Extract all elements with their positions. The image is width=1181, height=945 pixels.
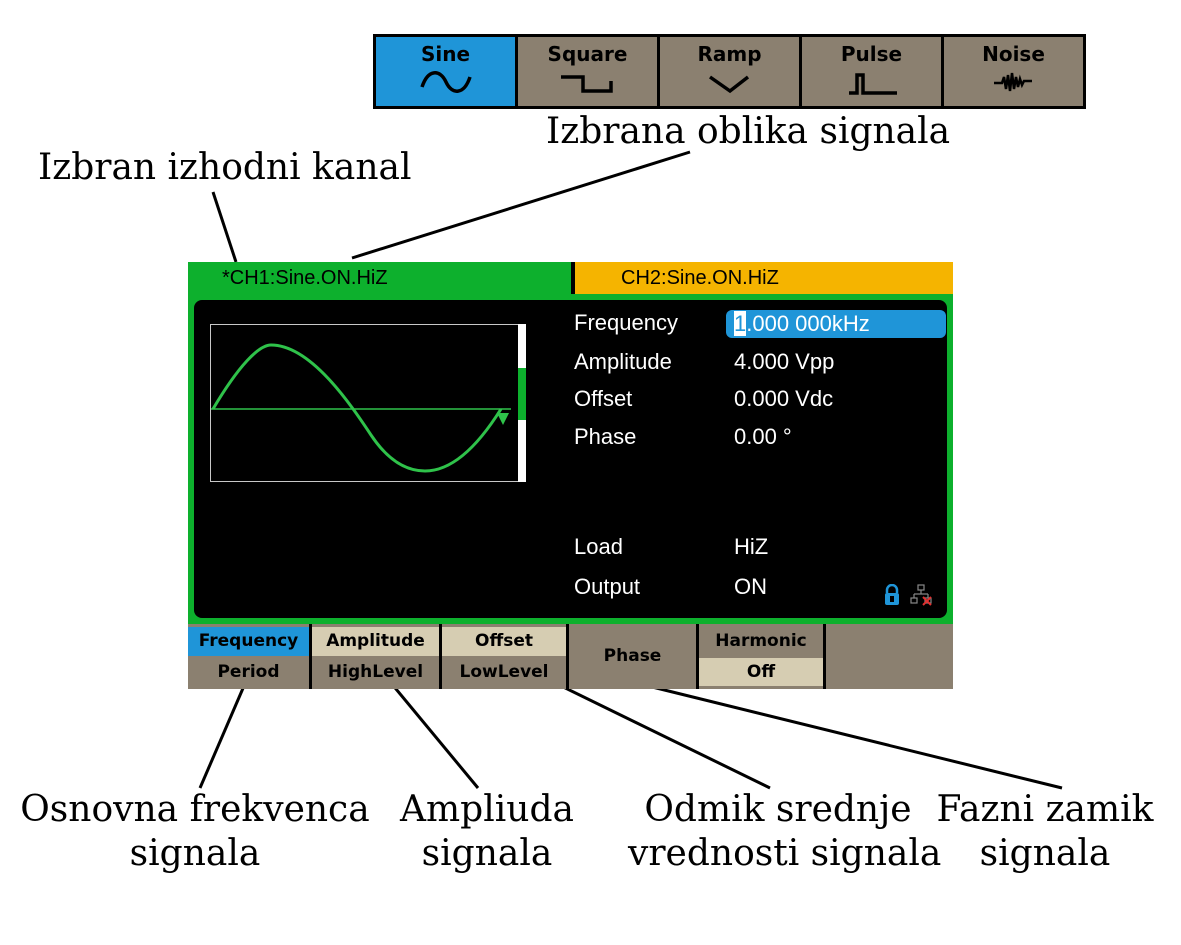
softkey-empty bbox=[826, 624, 953, 689]
softkey-period[interactable]: Period bbox=[188, 658, 309, 686]
pointer-frequency bbox=[198, 671, 252, 789]
amplitude-label: Amplitude bbox=[574, 349, 672, 374]
softkey-amplitude[interactable]: Amplitude bbox=[312, 627, 439, 656]
network-disconnected-icon bbox=[910, 584, 932, 606]
square-wave-icon bbox=[560, 75, 613, 93]
level-scroll-thumb[interactable] bbox=[518, 368, 526, 420]
softkey-harmonic[interactable]: Harmonic bbox=[699, 627, 823, 656]
noise-wave-icon bbox=[993, 72, 1032, 92]
frequency-caption: Osnovna frekvenca signala bbox=[20, 788, 370, 876]
offset-label: Offset bbox=[574, 386, 633, 411]
amplitude-caption-line2: signala bbox=[421, 833, 553, 874]
pulse-wave-icon bbox=[848, 73, 897, 95]
frequency-caption-line1: Osnovna frekvenca bbox=[20, 789, 370, 830]
amplitude-caption: Ampliuda signala bbox=[392, 788, 582, 876]
phase-caption-line1: Fazni zamik bbox=[936, 789, 1154, 830]
ramp-label: Ramp bbox=[697, 42, 762, 66]
phase-caption: Fazni zamik signala bbox=[930, 788, 1160, 876]
softkey-frequency[interactable]: Frequency bbox=[188, 627, 309, 656]
generator-screen: *CH1:Sine.ON.HiZ CH2:Sine.ON.HiZ Frequen… bbox=[188, 262, 953, 689]
pulse-label: Pulse bbox=[840, 42, 903, 66]
offset-value[interactable]: 0.000 Vdc bbox=[734, 386, 833, 412]
offset-caption-line2: vrednosti signala bbox=[628, 833, 942, 874]
tab-ch2[interactable]: CH2:Sine.ON.HiZ bbox=[571, 262, 953, 294]
sine-button[interactable]: Sine bbox=[376, 37, 515, 106]
ramp-button[interactable]: Ramp bbox=[660, 37, 799, 106]
output-value: ON bbox=[734, 574, 767, 599]
ramp-wave-icon bbox=[708, 75, 749, 94]
noise-button[interactable]: Noise bbox=[944, 37, 1083, 106]
amplitude-value[interactable]: 4.000 Vpp bbox=[734, 349, 834, 375]
lock-icon bbox=[885, 584, 899, 605]
amplitude-caption-line1: Ampliuda bbox=[400, 789, 574, 830]
phase-value[interactable]: 0.00 ° bbox=[734, 424, 792, 450]
load-label: Load bbox=[574, 534, 623, 559]
softkey-menu: Frequency Period Amplitude HighLevel Off… bbox=[188, 624, 953, 689]
offset-caption-line1: Odmik srednje bbox=[644, 789, 912, 830]
offset-caption: Odmik srednje vrednosti signala bbox=[628, 788, 942, 876]
sine-label: Sine bbox=[420, 42, 471, 66]
waveform-selector: Sine Square Ramp Pulse Noise bbox=[373, 34, 1086, 109]
frequency-cursor-digit: 1 bbox=[734, 311, 747, 336]
channel-caption: Izbran izhodni kanal bbox=[38, 147, 412, 188]
softkey-harmonic-state[interactable]: Off bbox=[699, 658, 823, 686]
level-scrollbar[interactable] bbox=[518, 324, 526, 482]
frequency-label: Frequency bbox=[574, 310, 678, 335]
softkey-lowlevel[interactable]: LowLevel bbox=[442, 658, 566, 686]
channel-panel: Frequency 1.000 000kHz Amplitude 4.000 V… bbox=[188, 294, 953, 624]
phase-label: Phase bbox=[574, 424, 637, 449]
sine-wave-icon bbox=[419, 71, 472, 93]
phase-caption-line2: signala bbox=[979, 833, 1111, 874]
sine-preview-trace bbox=[211, 343, 511, 473]
waveform-preview bbox=[210, 324, 526, 482]
softkey-highlevel[interactable]: HighLevel bbox=[312, 658, 439, 686]
pointer-phase bbox=[635, 681, 1063, 790]
square-button[interactable]: Square bbox=[518, 37, 657, 106]
softkey-phase[interactable]: Phase bbox=[569, 624, 696, 689]
load-value: HiZ bbox=[734, 534, 769, 559]
waveform-caption: Izbrana oblika signala bbox=[546, 111, 951, 152]
square-label: Square bbox=[547, 42, 628, 66]
softkey-offset[interactable]: Offset bbox=[442, 627, 566, 656]
frequency-value[interactable]: 1.000 000kHz bbox=[726, 310, 946, 338]
frequency-caption-line2: signala bbox=[129, 833, 261, 874]
noise-label: Noise bbox=[982, 42, 1045, 66]
output-label: Output bbox=[574, 574, 641, 599]
frequency-value-rest: .000 000kHz bbox=[746, 311, 870, 336]
pulse-button[interactable]: Pulse bbox=[802, 37, 941, 106]
parameter-display: Frequency 1.000 000kHz Amplitude 4.000 V… bbox=[194, 300, 947, 618]
pointer-channel bbox=[211, 191, 238, 263]
tab-ch1[interactable]: *CH1:Sine.ON.HiZ bbox=[188, 262, 571, 294]
